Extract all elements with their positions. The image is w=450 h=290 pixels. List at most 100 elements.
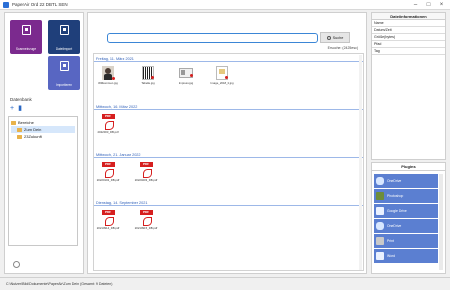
window-title: PaperAir Ord 22 DBTL SEN xyxy=(12,2,68,7)
file-info-heading: Dateiinformationen xyxy=(372,13,445,20)
right-panel: Dateiinformationen Name Datum/Zeit Größe… xyxy=(371,12,446,274)
file-item[interactable]: 20220203_DB.pdf xyxy=(135,162,157,182)
card-thumbnail-icon xyxy=(179,68,193,78)
minimize-icon[interactable]: – xyxy=(409,0,422,10)
plugin-label: OneDrive xyxy=(387,179,402,183)
search-result-count: Ersuche: (2425esc) xyxy=(327,46,358,50)
plugins-scrollbar[interactable] xyxy=(439,174,443,270)
tree-node-label: Zum Dein xyxy=(24,127,42,132)
status-dot xyxy=(225,76,228,79)
plugin-item[interactable]: Google Drive xyxy=(374,204,438,218)
file-item[interactable]: Willkommen.jpg xyxy=(98,66,118,85)
add-database-button[interactable]: + xyxy=(10,105,14,112)
plugin-item[interactable]: Print xyxy=(374,234,438,248)
plugin-label: Word xyxy=(387,254,396,258)
tree-node[interactable]: 23Zukunft xyxy=(11,133,75,140)
plugin-label: OneDrive xyxy=(387,224,402,228)
google-drive-icon xyxy=(376,207,384,215)
file-item[interactable]: Image_2018_Ii.jpg xyxy=(210,66,234,85)
scan-tile[interactable]: Scanneinzuge xyxy=(10,20,42,54)
status-dot xyxy=(112,77,115,80)
file-name: 20220102_DB.pdf xyxy=(96,178,120,182)
file-import-tile[interactable]: Dateiimport xyxy=(48,20,80,54)
file-info-row: Größe(bytes) xyxy=(372,34,445,41)
file-item[interactable]: 20210915_DB.pdf xyxy=(134,210,158,230)
database-toolbar: + ▮ xyxy=(10,105,22,112)
word-icon xyxy=(376,252,384,260)
import-icon xyxy=(59,61,69,71)
database-heading: Datenbank xyxy=(10,97,32,102)
file-name: 20210915_DB.pdf xyxy=(134,226,158,230)
status-dot xyxy=(190,74,193,77)
file-item[interactable]: Tabelle.jpg xyxy=(138,66,158,85)
cloud-icon xyxy=(376,222,384,230)
plugin-label: Print xyxy=(387,239,394,243)
scanner-icon xyxy=(21,25,31,35)
database-tree: Bereiche Zum Dein 23Zukunft xyxy=(8,116,78,246)
close-icon[interactable]: × xyxy=(435,0,448,10)
tree-node-label: 23Zukunft xyxy=(24,134,42,139)
pdf-icon xyxy=(139,210,153,226)
title-bar: PaperAir Ord 22 DBTL SEN – □ × xyxy=(0,0,450,10)
plugin-item[interactable]: Word xyxy=(374,249,438,263)
file-name: Willkommen.jpg xyxy=(98,81,118,85)
pdf-icon xyxy=(101,162,115,178)
palette-icon xyxy=(376,192,384,200)
file-item[interactable]: 20220102_DB.pdf xyxy=(96,162,120,182)
folder-icon xyxy=(17,134,22,139)
file-import-icon xyxy=(59,25,69,35)
search-button-label: Suche xyxy=(332,35,344,40)
search-icon xyxy=(326,35,331,40)
file-info-row: Name xyxy=(372,20,445,27)
main-panel: Suche Ersuche: (2425esc) Freitag, 11. Mä… xyxy=(87,12,367,274)
cloud-icon xyxy=(376,177,384,185)
file-item[interactable]: 20210914_DB.pdf xyxy=(96,210,120,230)
file-info-panel: Dateiinformationen Name Datum/Zeit Größe… xyxy=(371,12,446,160)
file-name: 20210914_DB.pdf xyxy=(96,226,120,230)
file-name: 2022003_DB.pdf xyxy=(97,130,119,134)
date-group: Mittwoch, 16. März 2022 2022003_DB.pdf xyxy=(94,104,363,146)
barcode-thumbnail-icon xyxy=(142,66,154,80)
delete-icon[interactable]: ▮ xyxy=(18,105,22,112)
search-button[interactable]: Suche xyxy=(320,32,350,43)
search-input[interactable] xyxy=(107,33,318,43)
plugins-heading: Plugins xyxy=(372,163,445,171)
file-import-tile-label: Dateiimport xyxy=(55,47,73,51)
plugin-label: Photoshop xyxy=(387,194,404,198)
folder-icon xyxy=(11,120,16,125)
date-group: Mittwoch, 21. Januar 2022 20220102_DB.pd… xyxy=(94,152,363,194)
plugins-panel: Plugins OneDrive Photoshop Google Drive … xyxy=(371,162,446,274)
plugin-item[interactable]: OneDrive xyxy=(374,174,438,188)
window-controls: – □ × xyxy=(409,0,448,10)
printer-icon xyxy=(376,237,384,245)
status-dot xyxy=(151,76,154,79)
file-info-row: Tag xyxy=(372,48,445,55)
results-list: Freitag, 11. März 2021 Willkommen.jpg Ta… xyxy=(93,53,364,271)
file-item[interactable]: 2022003_DB.pdf xyxy=(97,114,119,134)
scan-tile-label: Scanneinzuge xyxy=(15,47,37,51)
import-tile[interactable]: Importieren xyxy=(48,56,80,90)
app-icon xyxy=(3,1,9,8)
document-thumbnail-icon xyxy=(216,66,228,80)
plugin-item[interactable]: Photoshop xyxy=(374,189,438,203)
date-group: Freitag, 11. März 2021 Willkommen.jpg Ta… xyxy=(94,56,363,98)
image-thumbnail-icon xyxy=(102,66,115,80)
file-name: Tabelle.jpg xyxy=(141,81,155,85)
file-info-row: Pfad xyxy=(372,41,445,48)
file-info-row: Datum/Zeit xyxy=(372,27,445,34)
results-scrollbar[interactable] xyxy=(359,55,362,270)
plugin-list: OneDrive Photoshop Google Drive OneDrive… xyxy=(374,174,438,264)
tree-node[interactable]: Bereiche xyxy=(11,119,75,126)
status-bar: C:\Nutzer\Bild\Dokumente\PaperAir\Zum De… xyxy=(0,277,450,289)
gear-icon[interactable] xyxy=(13,261,20,268)
plugin-item[interactable]: OneDrive xyxy=(374,219,438,233)
date-group: Dienstag, 14. September 2021 20210914_DB… xyxy=(94,200,363,242)
file-item[interactable]: Impress.jpg xyxy=(176,66,196,85)
tree-node[interactable]: Zum Dein xyxy=(11,126,75,133)
plugin-label: Google Drive xyxy=(387,209,407,213)
maximize-icon[interactable]: □ xyxy=(422,0,435,10)
pdf-icon xyxy=(139,162,153,178)
tree-node-label: Bereiche xyxy=(18,120,34,125)
file-name: Image_2018_Ii.jpg xyxy=(210,81,234,85)
folder-icon xyxy=(17,127,22,132)
